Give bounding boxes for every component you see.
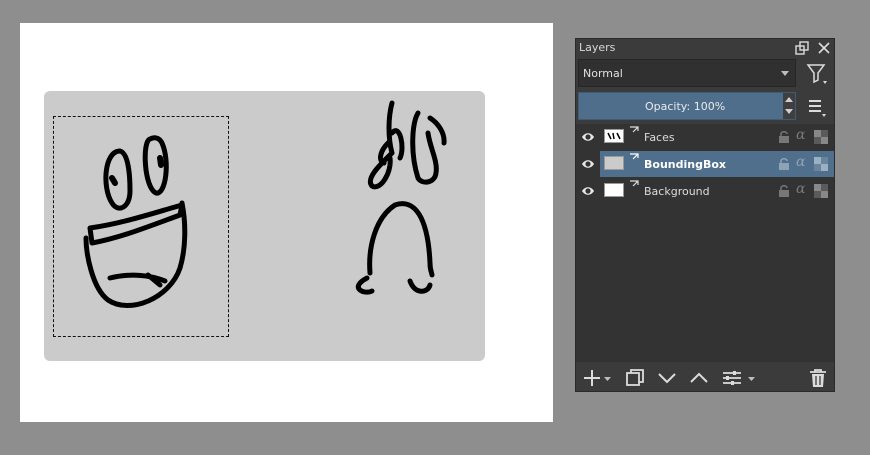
checker-icon[interactable] [814,130,828,144]
duplicate-icon[interactable] [624,367,646,389]
opacity-slider[interactable]: Opacity: 100% [578,92,796,120]
layer-type-icon [630,180,639,187]
layer-name: BoundingBox [644,158,726,171]
eye-icon[interactable] [581,157,595,171]
layers-list[interactable]: Faces α BoundingBox α Background α [576,124,834,362]
layer-type-icon [630,153,639,160]
checker-icon[interactable] [814,184,828,198]
layer-thumbnail [604,183,624,197]
alpha-icon[interactable]: α [796,154,805,170]
layers-toolbar [576,364,834,392]
layer-row-background[interactable]: Background α [576,178,834,204]
lock-icon[interactable] [778,157,790,171]
eye-icon[interactable] [581,184,595,198]
layer-row-boundingbox[interactable]: BoundingBox α [576,151,834,177]
layer-row-faces[interactable]: Faces α [576,124,834,150]
alpha-icon[interactable]: α [796,127,805,143]
face-drawings [83,100,447,309]
delete-icon[interactable] [807,367,829,389]
opacity-label: Opacity: 100% [645,100,726,113]
close-icon[interactable] [816,40,832,56]
chevron-down-icon[interactable] [746,367,758,389]
spin-up-icon[interactable] [785,97,793,102]
menu-icon[interactable] [805,95,829,119]
chevron-down-icon [781,71,789,76]
layer-thumbnail [604,129,624,143]
alpha-icon[interactable]: α [796,181,805,197]
checker-icon[interactable] [814,157,828,171]
lock-icon[interactable] [778,184,790,198]
lock-icon[interactable] [778,130,790,144]
float-icon[interactable] [794,40,810,56]
add-icon[interactable] [581,367,603,389]
canvas[interactable] [20,23,553,422]
eye-icon[interactable] [581,130,595,144]
layer-name: Background [644,185,710,198]
docker-titlebar[interactable]: Layers [576,39,834,57]
layers-docker: Layers Normal Opacity: 100% Faces α Boun… [575,38,835,392]
filter-icon[interactable] [805,61,829,87]
opacity-spinner[interactable] [783,93,795,119]
move-up-icon[interactable] [688,367,710,389]
chevron-down-icon[interactable] [602,367,614,389]
spin-down-icon[interactable] [785,109,793,114]
properties-icon[interactable] [721,367,743,389]
blend-mode-select[interactable]: Normal [578,59,796,87]
layer-name: Faces [644,131,675,144]
blend-mode-value: Normal [583,67,623,80]
docker-title: Layers [579,41,616,54]
move-down-icon[interactable] [656,367,678,389]
layer-type-icon [630,126,639,133]
layer-thumbnail [604,156,624,170]
